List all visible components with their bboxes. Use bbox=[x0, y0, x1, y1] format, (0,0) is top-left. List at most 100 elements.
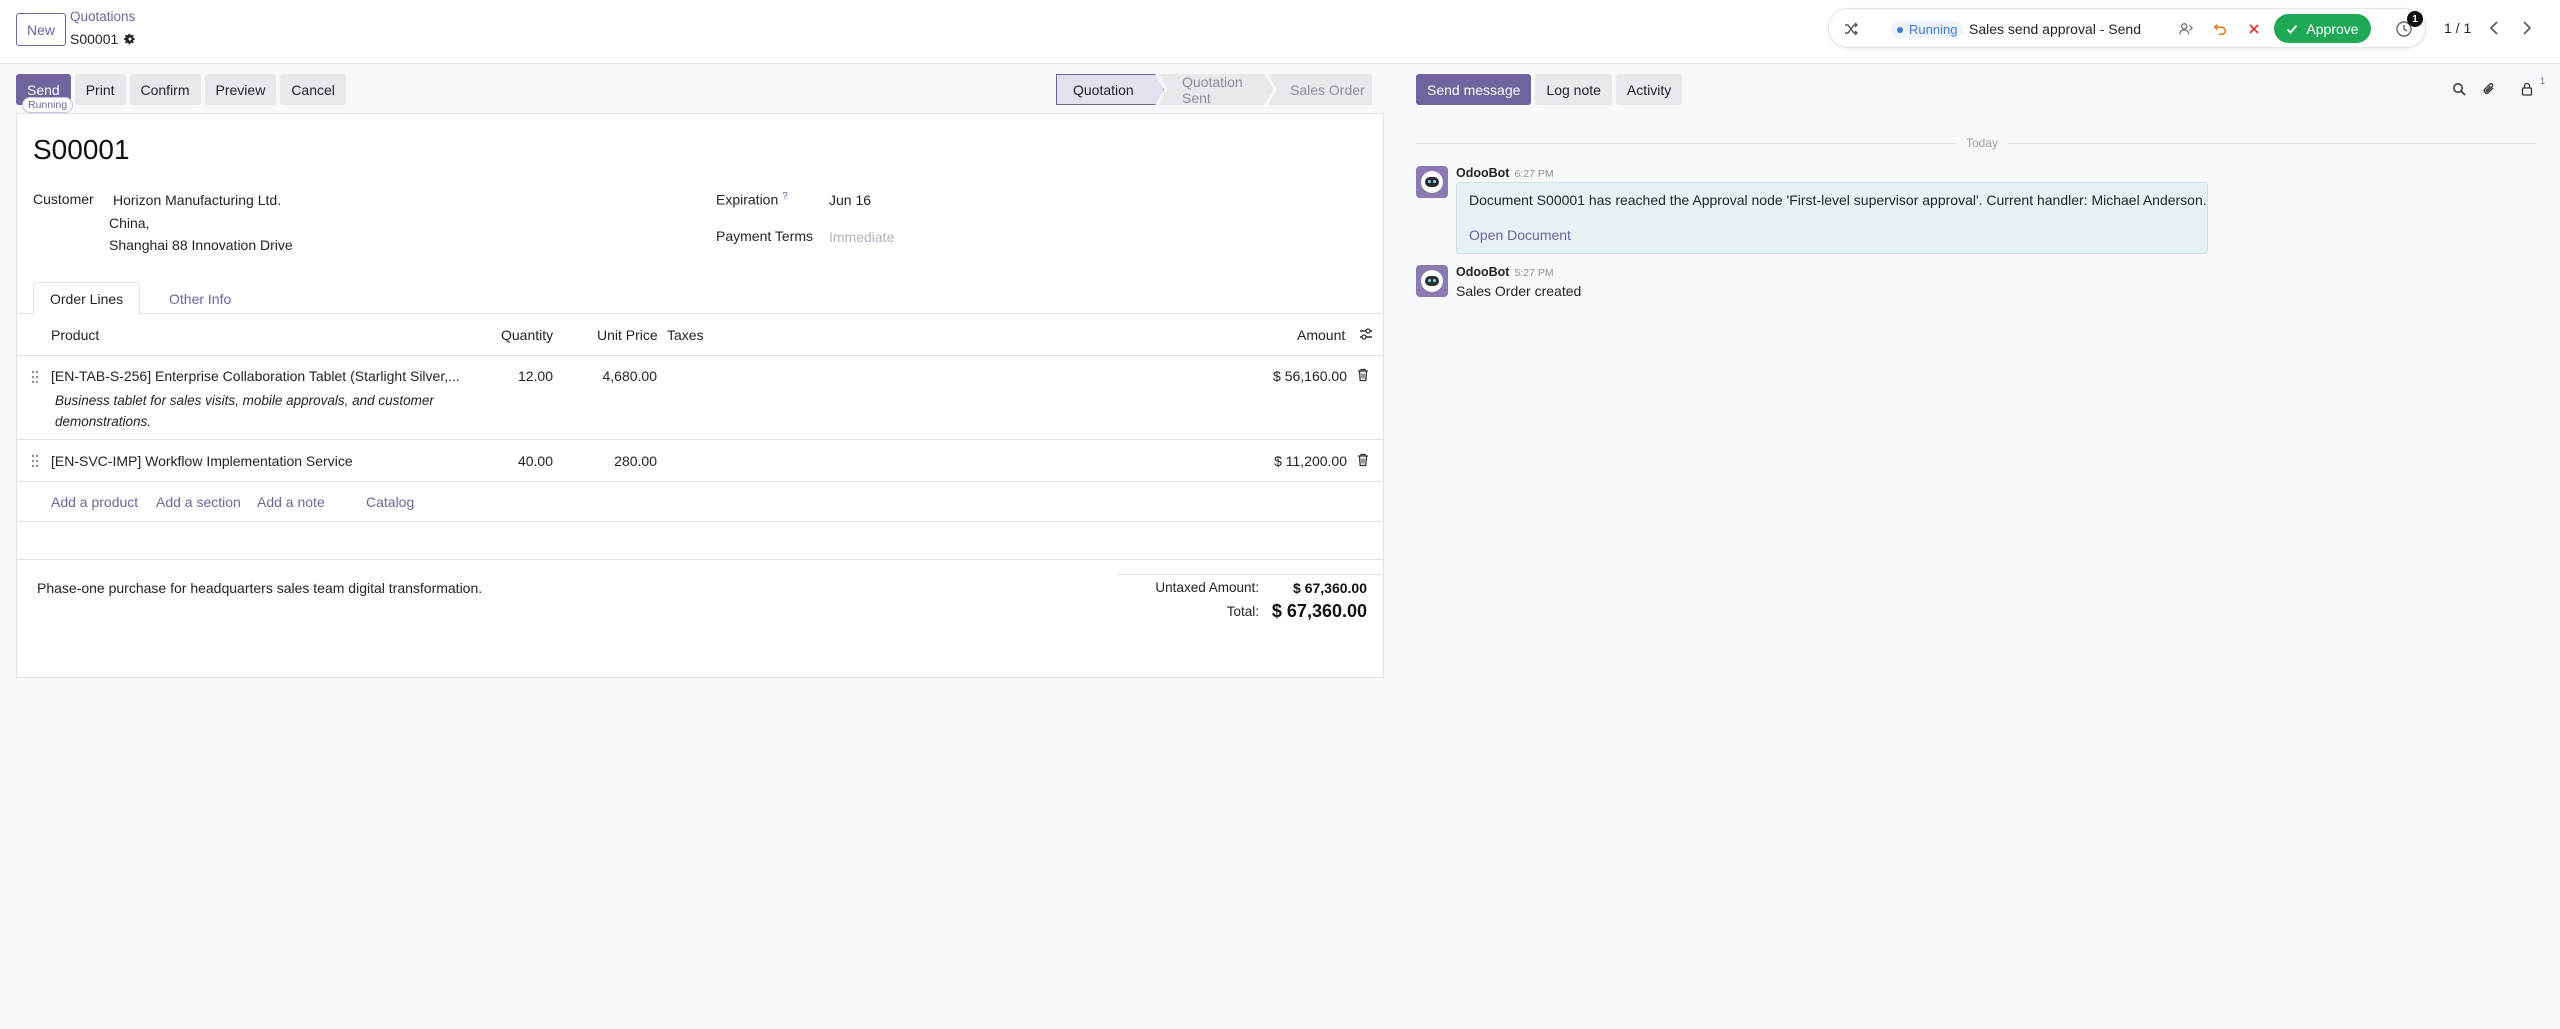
assign-user-icon[interactable] bbox=[2177, 20, 2195, 38]
column-header-product[interactable]: Product bbox=[51, 327, 99, 343]
line-unit-price[interactable]: 280.00 bbox=[614, 453, 657, 469]
gear-icon[interactable] bbox=[124, 33, 136, 45]
chatter-message: OdooBot 6:27 PM Document S00001 has reach… bbox=[1416, 166, 2216, 258]
payment-terms-label: Payment Terms bbox=[716, 228, 813, 244]
chevron-right-icon[interactable] bbox=[2517, 18, 2537, 38]
column-header-amount[interactable]: Amount bbox=[1297, 327, 1345, 343]
pager-value[interactable]: 1 / 1 bbox=[2444, 20, 2471, 36]
payment-terms-field[interactable]: Immediate bbox=[829, 229, 894, 245]
expiration-label-text: Expiration bbox=[716, 191, 779, 208]
cancel-button[interactable]: Cancel bbox=[280, 74, 346, 105]
message-body: Sales Order created bbox=[1456, 283, 1582, 299]
date-separator: Today bbox=[1956, 136, 2009, 150]
history-count-badge: 1 bbox=[2407, 11, 2423, 27]
message-body: Document S00001 has reached the Approval… bbox=[1469, 192, 2207, 208]
activity-button[interactable]: Activity bbox=[1615, 74, 1683, 105]
approval-status-label: Running bbox=[1909, 22, 1958, 37]
line-quantity[interactable]: 12.00 bbox=[518, 368, 553, 384]
column-header-quantity[interactable]: Quantity bbox=[501, 327, 553, 343]
print-button[interactable]: Print bbox=[74, 74, 126, 105]
table-row[interactable]: [EN-TAB-S-256] Enterprise Collaboration … bbox=[17, 356, 1383, 440]
add-product-link[interactable]: Add a product bbox=[51, 494, 138, 510]
open-document-link[interactable]: Open Document bbox=[1469, 227, 1571, 243]
breadcrumb-quotations-link[interactable]: Quotations bbox=[70, 9, 136, 25]
shuffle-icon[interactable] bbox=[1839, 17, 1863, 41]
column-settings-icon[interactable] bbox=[1359, 327, 1373, 341]
control-panel: New Quotations S00001 Running Sales send… bbox=[0, 0, 2560, 64]
table-row[interactable]: [EN-SVC-IMP] Workflow Implementation Ser… bbox=[17, 440, 1383, 482]
avatar[interactable] bbox=[1416, 265, 1448, 297]
notebook-tabs: Order Lines Other Info bbox=[17, 276, 1383, 315]
untaxed-amount-value: $ 67,360.00 bbox=[1293, 580, 1367, 596]
chevron-left-icon[interactable] bbox=[2484, 18, 2504, 38]
order-lines-table: Product Quantity Unit Price Taxes Amount… bbox=[17, 314, 1383, 560]
trash-icon[interactable] bbox=[1357, 368, 1369, 382]
search-icon[interactable] bbox=[2450, 80, 2468, 98]
send-message-button[interactable]: Send message bbox=[1416, 74, 1532, 105]
table-header: Product Quantity Unit Price Taxes Amount bbox=[17, 314, 1383, 356]
line-amount: $ 56,160.00 bbox=[1273, 368, 1347, 384]
catalog-link[interactable]: Catalog bbox=[366, 494, 414, 510]
status-dot bbox=[1897, 26, 1903, 33]
drag-handle-icon[interactable] bbox=[31, 454, 39, 468]
line-description-text: Business tablet for sales visits, mobile… bbox=[55, 393, 434, 408]
message-bubble: Document S00001 has reached the Approval… bbox=[1456, 182, 2208, 254]
terms-note[interactable]: Phase-one purchase for headquarters sale… bbox=[37, 580, 482, 596]
new-button[interactable]: New bbox=[16, 13, 67, 46]
column-header-taxes[interactable]: Taxes bbox=[667, 327, 704, 343]
add-section-link[interactable]: Add a section bbox=[156, 494, 241, 510]
message-time: 5:27 PM bbox=[1514, 267, 1554, 279]
check-icon bbox=[2287, 24, 2298, 34]
add-note-link[interactable]: Add a note bbox=[257, 494, 325, 510]
avatar[interactable] bbox=[1416, 166, 1448, 198]
tab-other-info[interactable]: Other Info bbox=[153, 282, 247, 315]
totals-summary: Untaxed Amount: $ 67,360.00 Total: $ 67,… bbox=[1117, 574, 1383, 622]
customer-address-line: China, bbox=[109, 215, 150, 231]
help-tooltip-icon[interactable]: ? bbox=[782, 191, 788, 202]
total-line: Total: $ 67,360.00 bbox=[1117, 600, 1383, 622]
breadcrumb: Quotations S00001 bbox=[70, 9, 136, 47]
running-tag: Running bbox=[22, 97, 74, 113]
add-line-row: Add a product Add a section Add a note C… bbox=[17, 482, 1383, 522]
expiration-date-field[interactable]: Jun 16 bbox=[829, 192, 871, 208]
total-value: $ 67,360.00 bbox=[1271, 601, 1367, 621]
chatter-toolbar: 1 bbox=[2450, 76, 2550, 100]
chatter-message: OdooBot 5:27 PM Sales Order created bbox=[1416, 265, 2216, 301]
reject-x-icon[interactable] bbox=[2245, 20, 2263, 38]
untaxed-amount-label: Untaxed Amount: bbox=[1155, 580, 1259, 595]
message-time: 6:27 PM bbox=[1514, 168, 1554, 180]
line-product[interactable]: [EN-SVC-IMP] Workflow Implementation Ser… bbox=[51, 453, 353, 469]
line-description-text: demonstrations. bbox=[55, 414, 152, 429]
message-author[interactable]: OdooBot 6:27 PM bbox=[1456, 166, 1554, 180]
stage-quotation[interactable]: Quotation bbox=[1056, 74, 1164, 105]
message-author-name: OdooBot bbox=[1456, 166, 1510, 180]
followers-count: 1 bbox=[2540, 76, 2546, 86]
line-amount: $ 11,200.00 bbox=[1274, 453, 1347, 469]
line-product[interactable]: [EN-TAB-S-256] Enterprise Collaboration … bbox=[51, 368, 460, 384]
page-title: S00001 bbox=[33, 134, 130, 165]
line-quantity[interactable]: 40.00 bbox=[518, 453, 553, 469]
column-header-unit-price[interactable]: Unit Price bbox=[597, 327, 658, 343]
tab-order-lines[interactable]: Order Lines bbox=[33, 282, 141, 315]
form-sheet: S00001 Customer Horizon Manufacturing Lt… bbox=[16, 113, 1384, 678]
undo-icon[interactable] bbox=[2211, 20, 2229, 38]
customer-address-line: Shanghai 88 Innovation Drive bbox=[109, 237, 293, 253]
confirm-button[interactable]: Confirm bbox=[129, 74, 201, 105]
approval-title: Sales send approval - Send bbox=[1969, 21, 2141, 37]
trash-icon[interactable] bbox=[1357, 453, 1369, 467]
log-note-button[interactable]: Log note bbox=[1535, 74, 1612, 105]
approve-button[interactable]: Approve bbox=[2274, 14, 2371, 43]
paperclip-icon[interactable] bbox=[2480, 80, 2498, 98]
status-bar: Quotation Quotation Sent Sales Order bbox=[1056, 74, 1372, 105]
drag-handle-icon[interactable] bbox=[31, 370, 39, 384]
stage-sales-order[interactable]: Sales Order bbox=[1268, 74, 1372, 105]
customer-name-field[interactable]: Horizon Manufacturing Ltd. bbox=[113, 192, 281, 208]
stage-quotation-sent[interactable]: Quotation Sent bbox=[1158, 74, 1274, 105]
lock-follower-icon[interactable] bbox=[2518, 80, 2536, 98]
preview-button[interactable]: Preview bbox=[204, 74, 277, 105]
message-author[interactable]: OdooBot 5:27 PM bbox=[1456, 265, 1554, 279]
line-unit-price[interactable]: 4,680.00 bbox=[603, 368, 658, 384]
total-label: Total: bbox=[1226, 604, 1259, 619]
customer-label: Customer bbox=[33, 191, 94, 207]
approval-widget: Running Sales send approval - Send Appro… bbox=[1828, 8, 2426, 48]
